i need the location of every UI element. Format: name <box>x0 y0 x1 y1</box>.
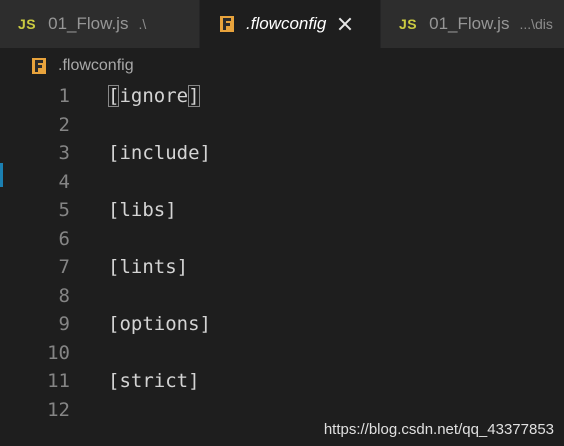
code-line[interactable]: 3 [include] <box>0 139 564 168</box>
code-line[interactable]: 5 [libs] <box>0 196 564 225</box>
js-file-icon: JS <box>18 16 37 32</box>
tab-01-flow-js[interactable]: JS 01_Flow.js .\ <box>0 0 200 48</box>
tab-label: 01_Flow.js <box>48 14 129 33</box>
tab-bar: JS 01_Flow.js .\ .flowconfig JS 01_Flow.… <box>0 0 564 48</box>
code-editor[interactable]: 1 [ignore] 2 3 [include] 4 5 [libs] 6 7 [lints] 8 9 [… <box>0 82 564 446</box>
code-line[interactable]: 7 [lints] <box>0 253 564 282</box>
editor-window: { "tabs": [ {"badge": "JS", "name": "01_… <box>0 0 564 446</box>
tab-path: .\ <box>138 16 147 32</box>
close-icon[interactable] <box>336 15 354 33</box>
code-line[interactable]: 1 [ignore] <box>0 82 564 111</box>
line-number: 1 <box>58 85 70 108</box>
line-number: 5 <box>58 199 70 222</box>
line-number: 8 <box>58 284 70 307</box>
code-text: [strict] <box>108 370 200 393</box>
bracket-match-open: [ <box>108 85 120 108</box>
code-line[interactable]: 10 <box>0 339 564 368</box>
code-line[interactable]: 11 [strict] <box>0 367 564 396</box>
code-text: [lints] <box>108 256 189 279</box>
tab-label: .flowconfig <box>246 14 327 33</box>
line-number: 12 <box>47 398 70 421</box>
line-number: 10 <box>47 341 70 364</box>
code-line[interactable]: 8 <box>0 282 564 311</box>
code-text: [libs] <box>108 199 177 222</box>
tab-path: ...\dis <box>519 16 553 32</box>
code-line[interactable]: 12 <box>0 396 564 425</box>
code-line[interactable]: 9 [options] <box>0 310 564 339</box>
line-number: 4 <box>58 170 70 193</box>
tab-01-flow-js-dist[interactable]: JS 01_Flow.js ...\dis <box>380 0 564 48</box>
flow-file-icon <box>220 16 234 32</box>
tab-label: 01_Flow.js <box>429 14 510 33</box>
line-number: 2 <box>58 113 70 136</box>
flow-file-icon <box>32 58 46 74</box>
code-text: [options] <box>108 313 211 336</box>
code-text: [ignore] <box>108 85 200 108</box>
code-line[interactable]: 4 <box>0 168 564 197</box>
gutter-change-marker <box>0 163 3 187</box>
watermark: https://blog.csdn.net/qq_43377853 <box>323 421 554 438</box>
code-text: [include] <box>108 142 211 165</box>
line-number: 6 <box>58 227 70 250</box>
tab-flowconfig[interactable]: .flowconfig <box>200 0 380 48</box>
code-line[interactable]: 6 <box>0 225 564 254</box>
line-number: 9 <box>58 313 70 336</box>
bracket-match-close: ] <box>188 85 200 108</box>
line-number: 7 <box>58 256 70 279</box>
section-name: ignore <box>119 85 189 108</box>
breadcrumb[interactable]: .flowconfig <box>0 48 564 84</box>
js-file-icon: JS <box>399 16 418 32</box>
code-line[interactable]: 2 <box>0 111 564 140</box>
line-number: 3 <box>58 142 70 165</box>
breadcrumb-label: .flowconfig <box>58 57 134 74</box>
line-number: 11 <box>47 370 70 393</box>
